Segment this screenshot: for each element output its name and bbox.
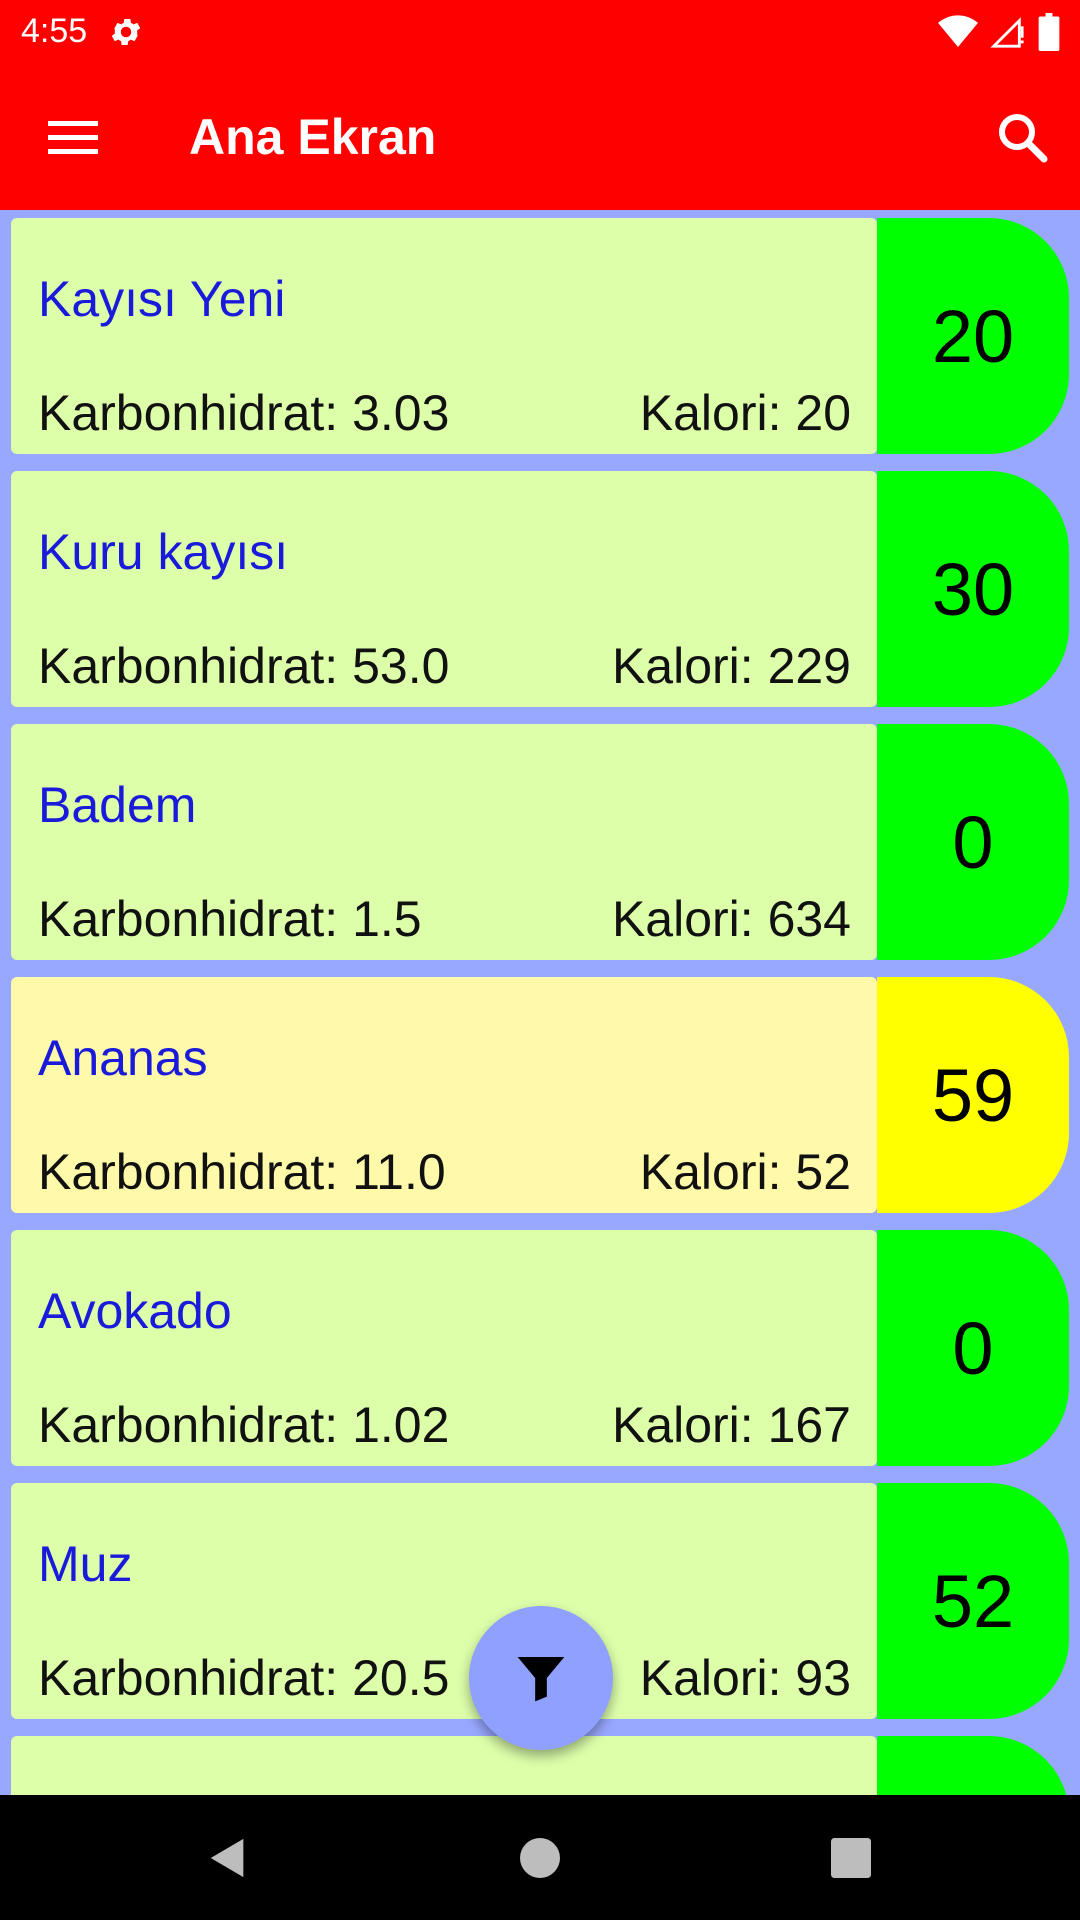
system-nav-bar xyxy=(0,1795,1080,1920)
carbohydrate-value: Karbonhidrat: 3.03 xyxy=(38,385,450,441)
food-list-item[interactable]: Ananas Karbonhidrat: 11.0 Kalori: 52 59 xyxy=(11,977,1069,1213)
food-list-item[interactable]: Kayısı Yeni Karbonhidrat: 3.03 Kalori: 20 2… xyxy=(11,218,1069,454)
food-name: Avokado xyxy=(38,1283,232,1339)
food-name: Muz xyxy=(38,1536,133,1592)
carbohydrate-value: Karbonhidrat: 20.5 xyxy=(38,1650,450,1706)
calorie-value: Kalori: 634 xyxy=(611,891,851,947)
status-time: 4:55 xyxy=(21,12,88,50)
calorie-value: Kalori: 52 xyxy=(639,1144,851,1200)
calorie-value: Kalori: 20 xyxy=(639,385,851,441)
food-list[interactable]: Kayısı Yeni Karbonhidrat: 3.03 Kalori: 20 2… xyxy=(0,210,1080,1795)
signal-icon xyxy=(990,17,1024,48)
food-list-item[interactable]: Avokado Karbonhidrat: 1.02 Kalori: 167 0 xyxy=(11,1230,1069,1466)
carbohydrate-value: Karbonhidrat: 53.0 xyxy=(38,638,450,694)
food-card[interactable]: Ananas Karbonhidrat: 11.0 Kalori: 52 xyxy=(11,977,877,1213)
food-card[interactable]: Avokado Karbonhidrat: 1.02 Kalori: 167 xyxy=(11,1230,877,1466)
glycemic-index-badge: 30 xyxy=(877,471,1069,707)
status-icons xyxy=(938,12,1060,52)
filter-button[interactable] xyxy=(469,1606,613,1750)
hamburger-menu-icon[interactable] xyxy=(36,107,106,167)
app-bar: Ana Ekran xyxy=(0,63,1080,210)
glycemic-index-badge: 20 xyxy=(877,218,1069,454)
food-name: Kuru kayısı xyxy=(38,524,289,580)
back-icon[interactable] xyxy=(205,1835,251,1881)
status-bar: 4:55 xyxy=(0,0,1080,63)
food-name: Badem xyxy=(38,777,197,833)
page-title: Ana Ekran xyxy=(189,109,437,165)
recents-icon[interactable] xyxy=(831,1838,871,1878)
glycemic-index-badge: 52 xyxy=(877,1483,1069,1719)
food-card[interactable] xyxy=(11,1736,877,1795)
wifi-icon xyxy=(938,15,978,48)
calorie-value: Kalori: 229 xyxy=(611,638,851,694)
food-card[interactable]: Badem Karbonhidrat: 1.5 Kalori: 634 xyxy=(11,724,877,960)
carbohydrate-value: Karbonhidrat: 11.0 xyxy=(38,1144,446,1200)
calorie-value: Kalori: 93 xyxy=(639,1650,851,1706)
carbohydrate-value: Karbonhidrat: 1.5 xyxy=(38,891,422,947)
filter-icon xyxy=(517,1657,565,1702)
food-list-item[interactable]: Badem Karbonhidrat: 1.5 Kalori: 634 0 xyxy=(11,724,1069,960)
food-card[interactable]: Kuru kayısı Karbonhidrat: 53.0 Kalori: 229 xyxy=(11,471,877,707)
glycemic-index-badge xyxy=(877,1736,1069,1795)
food-card[interactable]: Muz Karbonhidrat: 20.5 Kalori: 93 xyxy=(11,1483,877,1719)
glycemic-index-badge: 59 xyxy=(877,977,1069,1213)
food-name: Ananas xyxy=(38,1030,208,1086)
search-icon[interactable] xyxy=(992,107,1052,167)
carbohydrate-value: Karbonhidrat: 1.02 xyxy=(38,1397,450,1453)
calorie-value: Kalori: 167 xyxy=(611,1397,851,1453)
settings-icon xyxy=(111,18,141,46)
food-name: Kayısı Yeni xyxy=(38,271,286,327)
glycemic-index-badge: 0 xyxy=(877,724,1069,960)
food-list-item[interactable]: Kuru kayısı Karbonhidrat: 53.0 Kalori: 229… xyxy=(11,471,1069,707)
home-icon[interactable] xyxy=(520,1838,560,1878)
glycemic-index-badge: 0 xyxy=(877,1230,1069,1466)
food-card[interactable]: Kayısı Yeni Karbonhidrat: 3.03 Kalori: 20 xyxy=(11,218,877,454)
battery-icon xyxy=(1038,13,1060,51)
